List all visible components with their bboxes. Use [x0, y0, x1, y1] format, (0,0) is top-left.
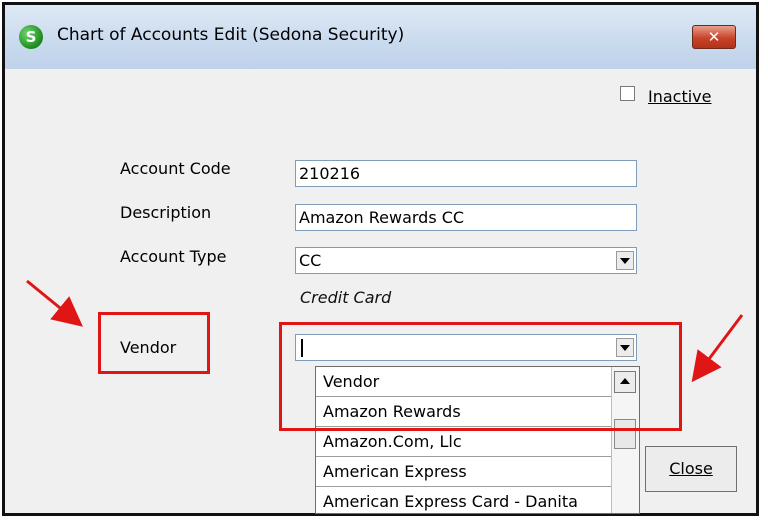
annotation-arrows	[26, 279, 744, 383]
left-arrow	[26, 279, 83, 327]
right-arrow	[691, 314, 744, 383]
